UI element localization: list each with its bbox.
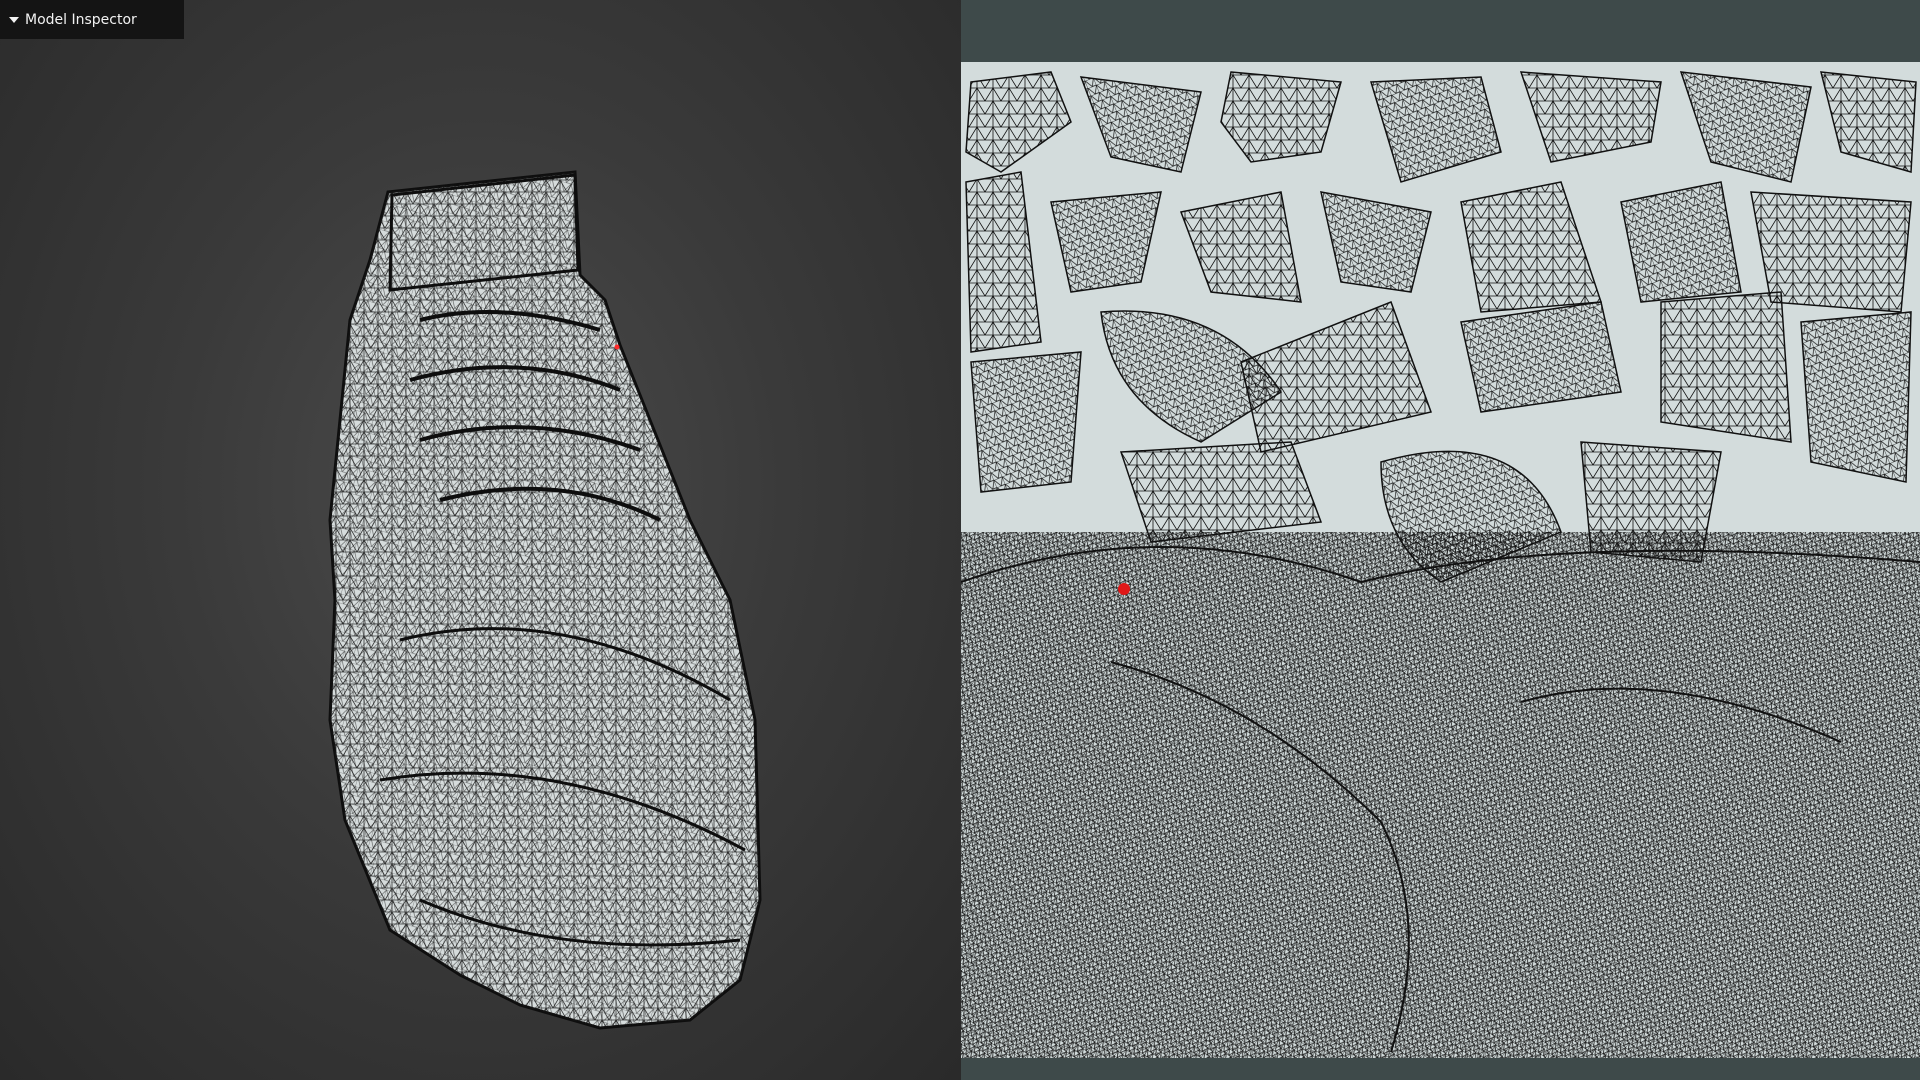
uv-map-canvas[interactable] [961, 62, 1920, 1058]
uv-map-render[interactable] [961, 62, 1920, 1058]
model-inspector-tab[interactable]: Model Inspector [0, 0, 184, 39]
3d-viewport[interactable] [0, 0, 961, 1080]
uv-selection-marker [1118, 583, 1130, 595]
triangle-down-icon[interactable] [9, 16, 19, 23]
shoe-mesh[interactable] [328, 170, 762, 1030]
uv-panel [961, 0, 1920, 1080]
selection-marker-3d [614, 344, 620, 350]
uv-islands-upper [965, 71, 1917, 583]
viewport-render[interactable] [0, 0, 961, 1080]
model-inspector-label: Model Inspector [25, 11, 137, 28]
